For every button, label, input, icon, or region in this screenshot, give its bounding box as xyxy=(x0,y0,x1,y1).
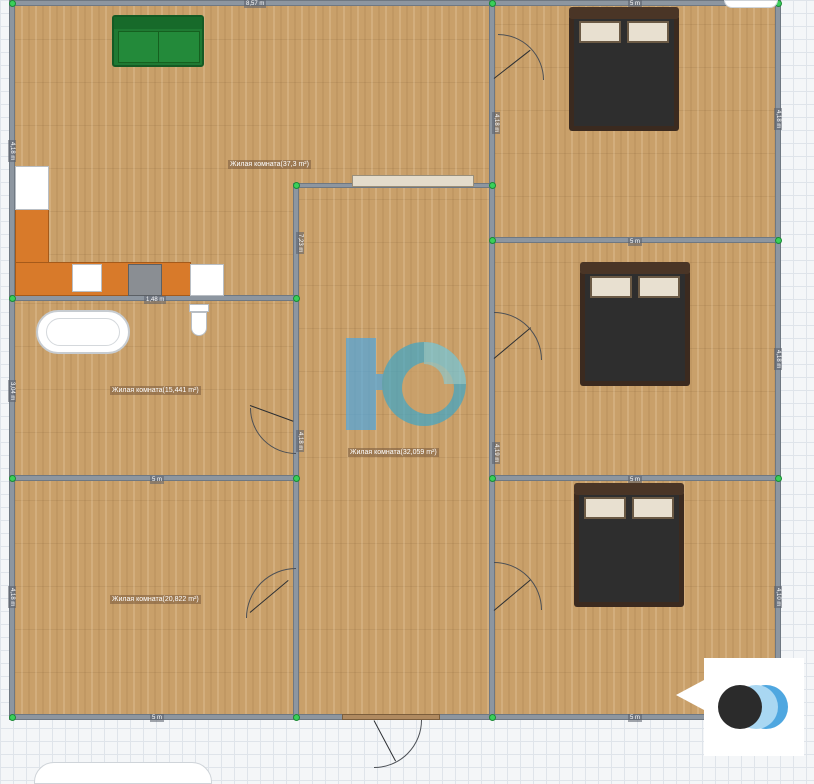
room-label: Жилая комната(37,3 m²) xyxy=(228,160,311,169)
pillow xyxy=(584,497,626,519)
dimension-label: 4,18 m xyxy=(774,348,782,371)
dimension-label: 4,18 m xyxy=(8,586,16,609)
wall-node[interactable] xyxy=(293,295,300,302)
dimension-label: 5 m xyxy=(628,714,643,722)
bed-headboard xyxy=(569,7,679,19)
pillow xyxy=(632,497,674,519)
dimension-label: 4,18 m xyxy=(774,108,782,131)
kitchen-counter[interactable] xyxy=(15,262,191,296)
dimension-label: 4,18 m xyxy=(296,430,304,453)
toilet-bowl xyxy=(191,312,207,336)
wall xyxy=(9,0,15,720)
fridge[interactable] xyxy=(15,166,49,210)
bathtub[interactable] xyxy=(36,310,130,354)
dimension-label: 7,23 m xyxy=(296,232,304,255)
watermark-logo xyxy=(346,338,466,430)
wall xyxy=(489,0,495,720)
wall-node[interactable] xyxy=(489,475,496,482)
window[interactable] xyxy=(352,175,474,187)
sink[interactable] xyxy=(72,264,102,292)
pillow xyxy=(638,276,680,298)
bed-headboard xyxy=(580,262,690,274)
pillow xyxy=(590,276,632,298)
room-label: Жилая комната(20,822 m²) xyxy=(110,595,201,604)
wall xyxy=(9,0,781,6)
toolbar-corner[interactable] xyxy=(34,762,212,784)
stove[interactable] xyxy=(128,264,162,296)
dimension-label: 4,18 m xyxy=(492,112,500,135)
wall-node[interactable] xyxy=(775,237,782,244)
toilet-tank xyxy=(189,304,209,312)
floor-plan: 8,57 m 5 m 5 m 5 m 5 m 5 m 5 m 1,48 m 4,… xyxy=(0,0,814,784)
wall-node[interactable] xyxy=(489,182,496,189)
room-label: Жилая комната(15,441 m²) xyxy=(110,386,201,395)
bathtub-inner xyxy=(46,318,120,346)
bed[interactable] xyxy=(569,7,679,131)
toilet[interactable] xyxy=(189,304,209,336)
widget-pointer xyxy=(676,680,704,710)
sofa-cushion xyxy=(118,31,160,63)
wall-node[interactable] xyxy=(489,714,496,721)
dimension-label: 5 m xyxy=(150,476,165,484)
wall-node[interactable] xyxy=(293,182,300,189)
dimension-label: 4,18 m xyxy=(8,140,16,163)
pillow xyxy=(627,21,669,43)
sofa-back xyxy=(114,17,202,29)
wall-node[interactable] xyxy=(489,237,496,244)
wall-node[interactable] xyxy=(9,295,16,302)
dimension-label: 4,19 m xyxy=(492,442,500,465)
bed[interactable] xyxy=(580,262,690,386)
entrance-opening[interactable] xyxy=(342,714,440,720)
sofa-cushion xyxy=(158,31,200,63)
wall-node[interactable] xyxy=(489,0,496,7)
dimension-label: 8,57 m xyxy=(244,0,267,8)
logo-dot-dark xyxy=(718,685,762,729)
dimension-label: 1,48 m xyxy=(144,296,167,304)
washing-machine[interactable] xyxy=(190,264,224,296)
room-label: Жилая комната(32,059 m²) xyxy=(348,448,439,457)
pillow xyxy=(579,21,621,43)
bed-headboard xyxy=(574,483,684,495)
wall-node[interactable] xyxy=(293,475,300,482)
dimension-label: 5 m xyxy=(150,714,165,722)
wall-node[interactable] xyxy=(9,0,16,7)
dimension-label: 3,04 m xyxy=(8,380,16,403)
wall-node[interactable] xyxy=(9,714,16,721)
dimension-label: 4,10 m xyxy=(774,586,782,609)
sofa[interactable] xyxy=(112,15,204,67)
wall-node[interactable] xyxy=(293,714,300,721)
wall-node[interactable] xyxy=(9,475,16,482)
brand-widget[interactable] xyxy=(676,658,804,756)
wall-node[interactable] xyxy=(775,475,782,482)
dimension-label: 5 m xyxy=(628,238,643,246)
toolbar-corner[interactable] xyxy=(724,0,778,8)
bed[interactable] xyxy=(574,483,684,607)
